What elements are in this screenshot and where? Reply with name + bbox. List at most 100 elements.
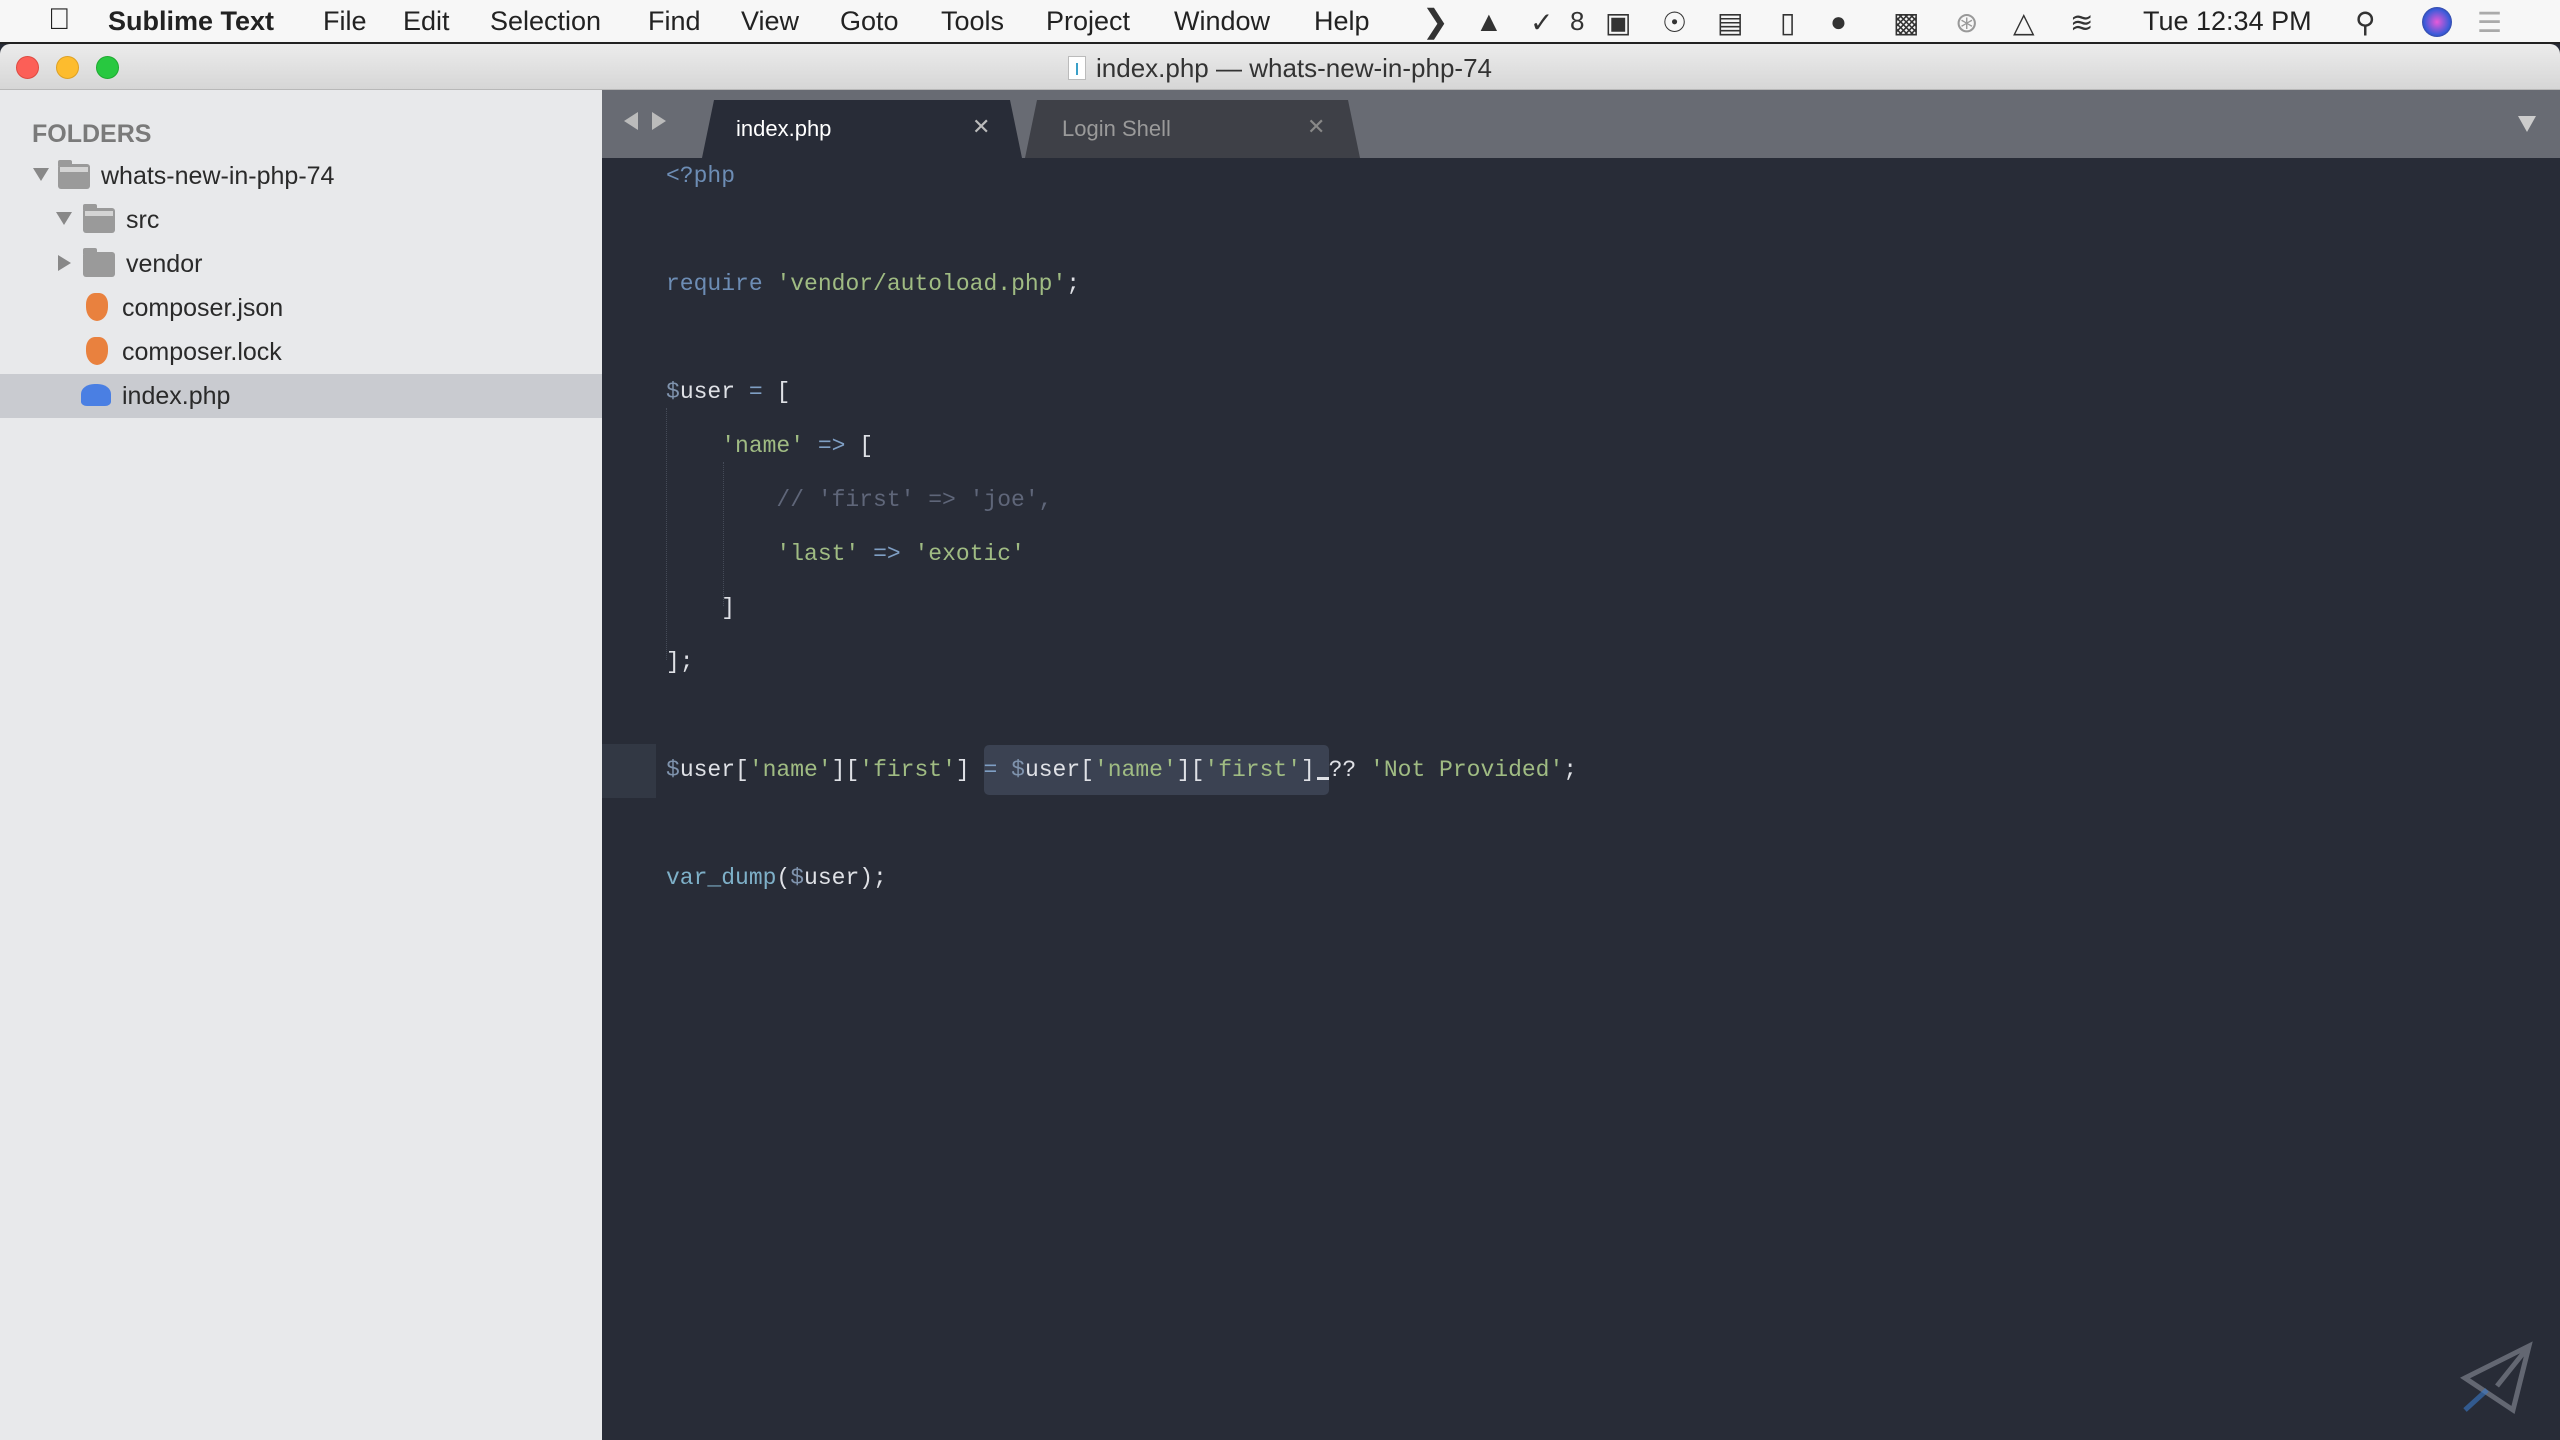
code-token-cm: // 'first' => 'joe', [776,487,1053,513]
menu-tools[interactable]: Tools [941,6,1004,37]
code-token-str: 'name' [748,757,832,783]
code-token-pl: user[ [679,757,749,783]
menu-goto[interactable]: Goto [840,6,899,37]
clock[interactable]: Tue 12:34 PM [2143,6,2312,37]
window-title-text: index.php — whats-new-in-php-74 [1096,53,1492,83]
code-line[interactable]: $user['name']['first'] = $user['name']['… [666,743,1577,797]
menu-edit[interactable]: Edit [403,6,450,37]
code-line[interactable]: <?php [666,149,1577,203]
menu-find[interactable]: Find [648,6,701,37]
code-token-pl: ; [1563,757,1578,783]
code-token-pl: ] [666,595,736,621]
code-line[interactable]: var_dump($user); [666,851,1577,905]
chevron-right-icon[interactable]: ❯ [1422,2,1449,40]
menu-window[interactable]: Window [1174,6,1270,37]
code-token-pl: ]; [666,649,694,675]
code-token-pl: ][ [831,757,860,783]
tablet-icon[interactable]: ▯ [1780,6,1795,39]
wifi-icon[interactable]: ≋ [2070,6,2093,39]
code-token-op: => [817,433,846,459]
camera-icon[interactable]: ▣ [1605,6,1631,39]
code-token-kw: require [666,271,763,297]
sidebar-item-whats-new-in-php-74[interactable]: whats-new-in-php-74 [0,154,602,198]
code-token-str: 'exotic' [914,541,1025,567]
code-line[interactable] [666,689,1577,743]
close-tab-icon[interactable]: ✕ [972,114,990,140]
code-line[interactable]: ] [666,581,1577,635]
disclosure-expanded-icon[interactable] [56,212,72,225]
notification-center-icon[interactable]: ☰ [2477,6,2502,39]
display-icon[interactable]: ▤ [1717,6,1743,39]
code-line[interactable]: // 'first' => 'joe', [666,473,1577,527]
spotlight-search-icon[interactable]: ⚲ [2355,6,2376,39]
code-token-op: = [983,757,998,783]
code-line[interactable] [666,311,1577,365]
folder-open-icon [58,160,90,189]
code-token-pl: ?? [1328,757,1371,783]
code-line[interactable] [666,203,1577,257]
menu-view[interactable]: View [741,6,799,37]
code-line[interactable]: require 'vendor/autoload.php'; [666,257,1577,311]
tab-forward-icon[interactable] [652,112,666,130]
sidebar-item-index-php[interactable]: index.php [0,374,602,418]
text-cursor [1316,777,1329,780]
sidebar-item-composer-json[interactable]: composer.json [0,286,602,330]
code-token-str: 'first' [859,757,956,783]
menu-file[interactable]: File [323,6,367,37]
code-token-pl: ; [1066,271,1081,297]
1password-icon[interactable]: ☉ [1662,6,1687,39]
layout-icon[interactable]: ▩ [1893,6,1919,39]
code-line[interactable]: $user = [ [666,365,1577,419]
window-title: index.php — whats-new-in-php-74 [0,53,2560,84]
sidebar-item-label: src [126,206,160,234]
sidebar-item-composer-lock[interactable]: composer.lock [0,330,602,374]
tab-label: Login Shell [1062,116,1171,141]
code-token-kw: <?php [666,163,736,189]
code-line[interactable]: ]; [666,635,1577,689]
menu-project[interactable]: Project [1046,6,1130,37]
bluetooth-icon[interactable]: ⊛ [1955,6,1978,39]
checkmark-icon[interactable]: ✓ [1530,6,1553,39]
code-editor[interactable]: <?php require 'vendor/autoload.php'; $user… [602,158,2560,1440]
sidebar-item-label: vendor [126,250,203,278]
apple-menu-icon[interactable]:  [48,3,71,37]
sidebar-item-vendor[interactable]: vendor [0,242,602,286]
app-menu[interactable]: Sublime Text [108,6,274,37]
siri-icon[interactable] [2422,7,2452,37]
sidebar-item-src[interactable]: src [0,198,602,242]
disclosure-expanded-icon[interactable] [33,168,49,181]
close-tab-icon[interactable]: ✕ [1307,114,1325,140]
code-token-op: => [873,541,901,567]
code-token-pl: user [679,379,749,405]
composer-icon [86,293,108,321]
code-token-pl: [ [762,379,791,405]
tab-label: index.php [736,116,832,141]
tab-back-icon[interactable] [624,112,638,130]
disclosure-collapsed-icon[interactable] [58,255,71,271]
code-content[interactable]: <?php require 'vendor/autoload.php'; $user… [666,149,1577,905]
code-line[interactable] [666,797,1577,851]
code-line[interactable]: 'last' => 'exotic' [666,527,1577,581]
code-token-pl: [ [845,433,874,459]
code-token-var: $ [666,379,680,405]
folder-icon [83,248,115,277]
code-token-var: $ [1011,757,1025,783]
sidebar-item-label: composer.lock [122,338,282,366]
menu-selection[interactable]: Selection [490,6,601,37]
tab-list-dropdown-icon[interactable] [2518,116,2536,132]
folders-header: FOLDERS [32,120,152,148]
notification-icon[interactable]: ▲ [1475,6,1503,38]
sidebar-item-label: whats-new-in-php-74 [101,162,335,190]
menu-help[interactable]: Help [1314,6,1370,37]
menu-bar:  Sublime Text File Edit Selection Find View… [0,0,2560,44]
paper-plane-icon [2460,1341,2533,1415]
code-line[interactable]: 'name' => [ [666,419,1577,473]
php-elephant-icon [81,384,111,406]
airplay-icon[interactable]: △ [2013,6,2035,39]
folder-open-icon [83,204,115,233]
cloud-icon[interactable]: ● [1830,6,1847,38]
